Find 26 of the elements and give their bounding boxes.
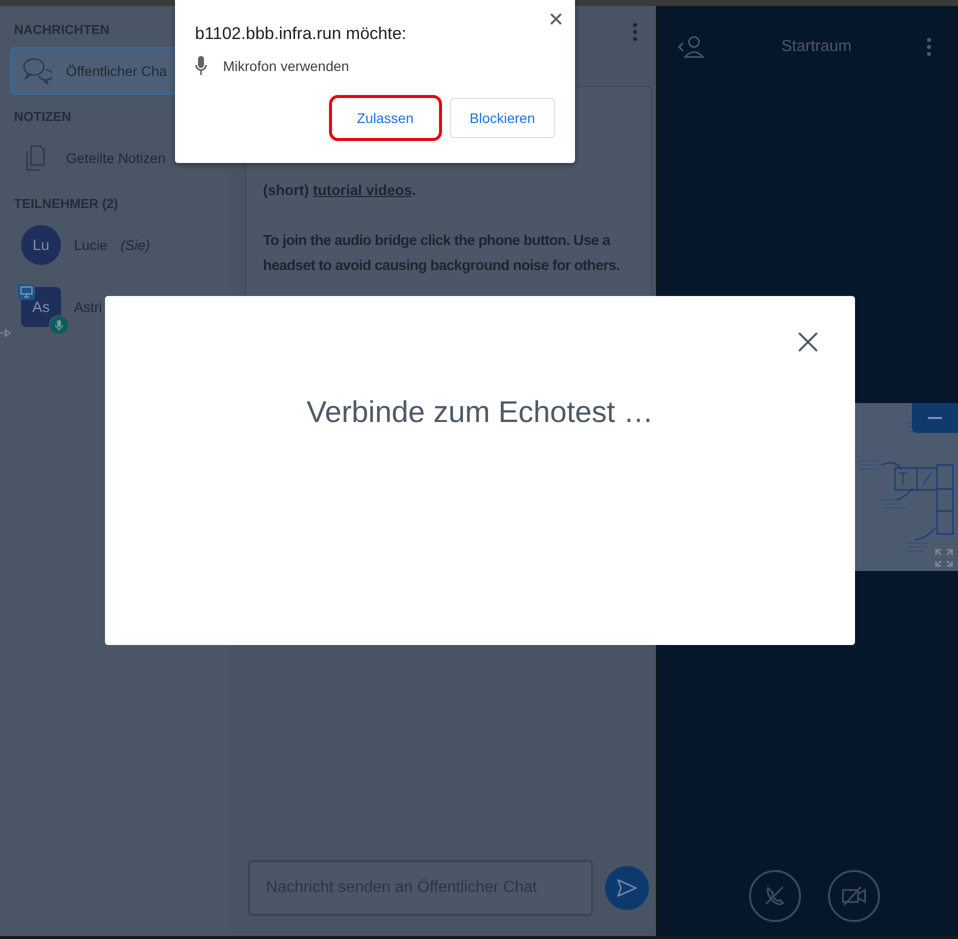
video-button[interactable] bbox=[828, 870, 880, 922]
fullscreen-icon bbox=[935, 548, 953, 566]
more-options-icon[interactable] bbox=[926, 37, 932, 57]
permission-button[interactable]: Blockieren bbox=[450, 98, 555, 138]
close-icon bbox=[549, 12, 563, 26]
popup-title: b1102.bbb.infra.run möchte: bbox=[195, 24, 408, 44]
permission-button[interactable]: Zulassen bbox=[328, 95, 442, 141]
close-icon bbox=[798, 332, 818, 352]
camera-off-icon bbox=[841, 885, 867, 907]
minus-icon bbox=[928, 417, 942, 419]
avatar[interactable]: Lu bbox=[21, 225, 61, 265]
minimize-button[interactable] bbox=[912, 403, 958, 433]
more-options-icon[interactable] bbox=[632, 22, 638, 42]
send-icon bbox=[616, 878, 638, 898]
close-button[interactable] bbox=[798, 332, 818, 352]
microphone-icon bbox=[195, 56, 207, 76]
pointer-icon bbox=[0, 328, 11, 338]
room-title: Startraum bbox=[780, 38, 853, 56]
close-button[interactable] bbox=[549, 12, 563, 26]
audio-button[interactable] bbox=[749, 870, 801, 922]
user-list-toggle-icon[interactable] bbox=[677, 35, 707, 59]
send-button[interactable] bbox=[605, 866, 649, 910]
phone-off-icon bbox=[763, 884, 787, 908]
dialog-title: Verbinde zum Echotest … bbox=[306, 396, 654, 430]
permission-text: Mikrofon verwenden bbox=[223, 58, 350, 74]
chat-icon bbox=[22, 56, 52, 86]
